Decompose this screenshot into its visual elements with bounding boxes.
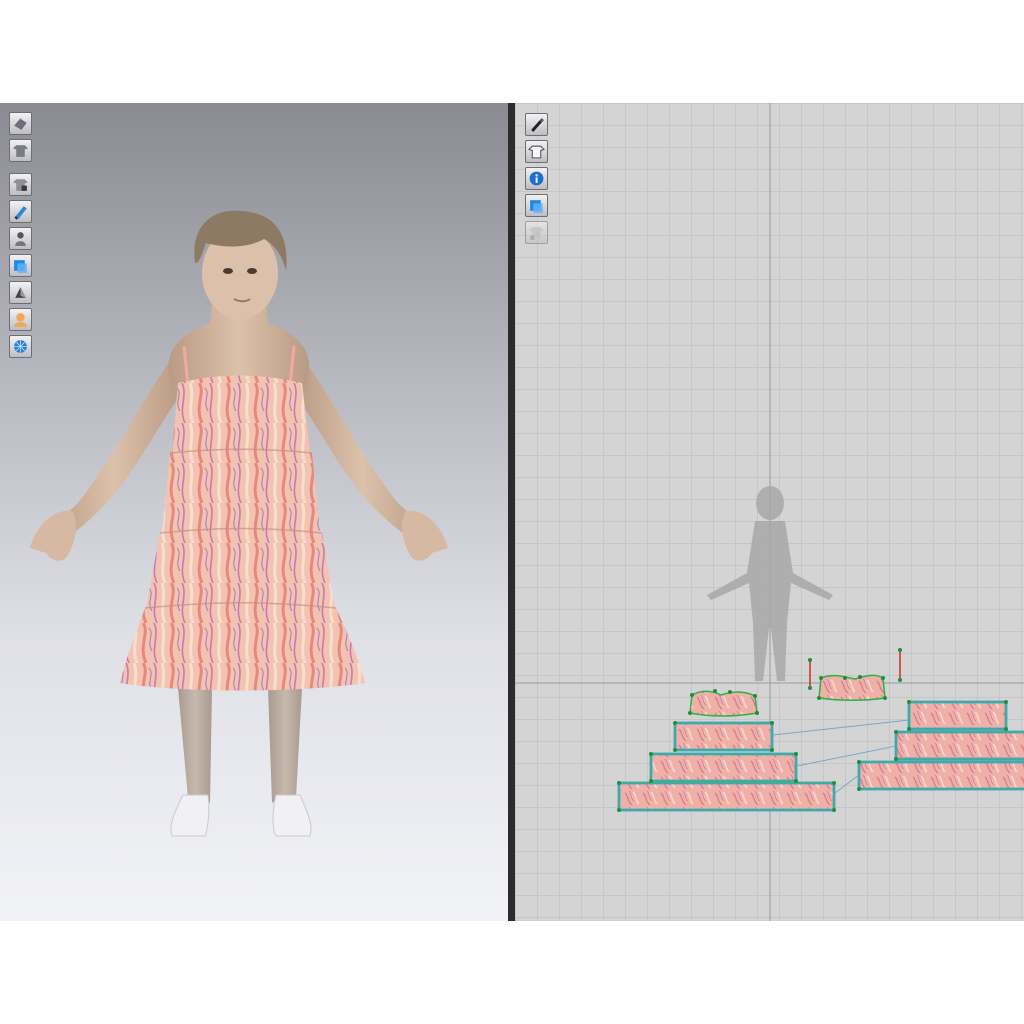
- shirt-visibility-icon[interactable]: [525, 140, 548, 163]
- cloth-3d-icon[interactable]: [9, 254, 32, 277]
- pattern-piece-tier3-back[interactable]: [857, 760, 1024, 791]
- garment-editor-window: [0, 103, 1024, 921]
- pattern-piece-tier2-front[interactable]: [649, 752, 798, 783]
- paint-brush-icon[interactable]: [9, 200, 32, 223]
- texture-display-icon[interactable]: [9, 173, 32, 196]
- globe-environment-icon[interactable]: [9, 335, 32, 358]
- 3d-scene: [30, 210, 448, 837]
- avatar-skin-icon[interactable]: [9, 308, 32, 331]
- pen-select-icon[interactable]: [525, 113, 548, 136]
- 2d-view-toolbar: [525, 113, 548, 248]
- avatar-shoes: [170, 794, 312, 837]
- avatar-head: [194, 210, 287, 319]
- avatar-display-icon[interactable]: [9, 227, 32, 250]
- pattern-piece-bodice-front[interactable]: [688, 689, 759, 717]
- 3d-viewport[interactable]: [0, 103, 508, 921]
- panel-divider[interactable]: [508, 103, 515, 921]
- 3d-view-toolbar: [9, 112, 32, 362]
- pattern-piece-tier3-front[interactable]: [617, 781, 836, 812]
- garment-display-icon[interactable]: [9, 139, 32, 162]
- info-icon[interactable]: [525, 167, 548, 190]
- pattern-texture-icon[interactable]: [525, 194, 548, 217]
- pattern-piece-tier2-back[interactable]: [894, 730, 1024, 761]
- garment-lock-icon: [525, 221, 548, 244]
- 2d-pattern-canvas: [515, 103, 1024, 921]
- surface-render-icon[interactable]: [9, 281, 32, 304]
- pattern-piece-tier1-back[interactable]: [907, 700, 1008, 731]
- pattern-piece-bodice-back[interactable]: [817, 674, 887, 701]
- camera-view-icon[interactable]: [9, 112, 32, 135]
- avatar-legs: [178, 688, 302, 803]
- 2d-pattern-viewport[interactable]: [515, 103, 1024, 921]
- pattern-piece-tier1-front[interactable]: [673, 721, 774, 752]
